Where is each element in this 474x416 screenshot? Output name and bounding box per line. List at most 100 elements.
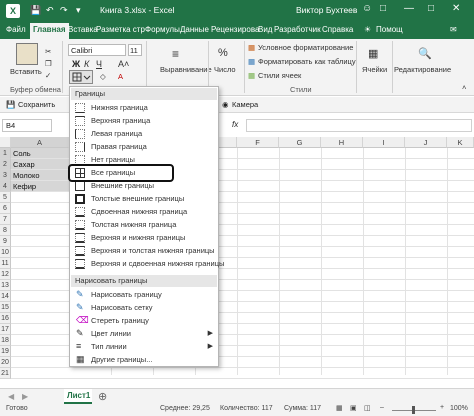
collapse-ribbon-icon[interactable]: ˄ [462,83,466,92]
tab-help[interactable]: Справка [322,25,353,34]
zoom-in-icon[interactable]: + [440,404,444,411]
paste-button[interactable]: Вставить [10,67,42,76]
maximize-icon[interactable]: □ [428,3,434,14]
formula-input[interactable] [246,119,472,132]
row-header[interactable]: 2 [0,159,11,170]
row-header[interactable]: 7 [0,214,11,225]
row-header[interactable]: 4 [0,181,11,192]
column-header[interactable]: J [405,137,447,148]
column-header[interactable]: F [237,137,279,148]
row-header[interactable]: 5 [0,192,11,203]
align-icon[interactable]: ≡ [172,47,179,61]
tab-data[interactable]: Данные [180,25,209,34]
row-header[interactable]: 20 [0,357,11,368]
paste-icon[interactable] [16,43,38,65]
redo-icon[interactable]: ↷ [60,5,68,16]
row-header[interactable]: 15 [0,302,11,313]
menu-item-draw[interactable]: ✎ Нарисовать границу [71,289,217,301]
row-header[interactable]: 17 [0,324,11,335]
menu-item-border[interactable]: Верхняя граница [71,115,217,127]
menu-item-draw[interactable]: ≡ Тип линии ▶ [71,341,217,353]
select-all-corner[interactable] [0,137,11,148]
menu-item-border[interactable]: Верхняя и толстая нижняя границы [71,245,217,257]
camera-button[interactable]: Камера [232,100,258,109]
row-header[interactable]: 19 [0,346,11,357]
editing-button[interactable]: Редактирование [394,65,451,74]
ribbon-display-icon[interactable]: □ [380,3,386,14]
row-header[interactable]: 14 [0,291,11,302]
undo-icon[interactable]: ↶ [46,5,54,16]
column-header[interactable]: A [11,137,69,148]
menu-item-border[interactable]: Толстая нижняя граница [71,219,217,231]
column-header[interactable]: H [321,137,363,148]
add-sheet-icon[interactable]: ⊕ [98,390,107,403]
sheet-tab[interactable]: Лист1 [64,389,92,404]
menu-item-border[interactable]: Толстые внешние границы [71,193,217,205]
search-icon[interactable]: 🔍 [418,47,432,60]
bold-button[interactable]: Ж [72,59,80,69]
menu-item-border[interactable]: Правая граница [71,141,217,153]
font-color-icon[interactable]: A [118,72,123,81]
menu-item-border[interactable]: Верхняя и нижняя границы [71,232,217,244]
row-header[interactable]: 18 [0,335,11,346]
menu-item-border[interactable]: Сдвоенная нижняя граница [71,206,217,218]
row-header[interactable]: 12 [0,269,11,280]
close-icon[interactable]: ✕ [452,3,460,14]
format-painter-icon[interactable]: ✓ [45,71,51,80]
italic-button[interactable]: К [84,59,89,69]
view-page-break-icon[interactable]: ◫ [364,404,371,412]
alignment-button[interactable]: Выравнивание [160,65,212,74]
row-header[interactable]: 11 [0,258,11,269]
zoom-out-icon[interactable]: – [380,404,384,411]
font-name-select[interactable]: Calibri [68,44,126,56]
cells-icon[interactable]: ▦ [368,47,378,60]
menu-item-border[interactable]: Нижняя граница [71,102,217,114]
row-header[interactable]: 13 [0,280,11,291]
borders-dropdown-button[interactable] [69,70,93,84]
row-header[interactable]: 21 [0,368,11,379]
share-icon[interactable]: ✉ [450,25,457,34]
tab-tell-me[interactable]: Помощ [376,25,403,34]
tab-formulas[interactable]: Формулы [145,25,180,34]
format-as-table-button[interactable]: Форматировать как таблицу [258,57,356,66]
tab-file[interactable]: Файл [6,25,26,34]
row-header[interactable]: 1 [0,148,11,159]
menu-item-border[interactable]: Левая граница [71,128,217,140]
underline-button[interactable]: Ч [96,59,102,69]
prev-sheet-icon[interactable]: ◀ [8,392,14,401]
fill-color-icon[interactable]: ◇ [100,72,106,81]
menu-item-draw[interactable]: ⌫ Стереть границу [71,315,217,327]
cut-icon[interactable]: ✂ [45,47,51,56]
fx-button[interactable]: fx [232,120,238,129]
tab-review[interactable]: Рецензирова [211,25,259,34]
minimize-icon[interactable]: — [404,3,414,14]
menu-item-draw[interactable]: ▦ Другие границы... [71,354,217,366]
column-header[interactable]: I [363,137,405,148]
save-button[interactable]: Сохранить [18,100,55,109]
column-header[interactable]: K [447,137,474,148]
number-button[interactable]: Число [214,65,236,74]
account-icon[interactable]: ☺ [362,3,372,14]
cells-button[interactable]: Ячейки [362,65,387,74]
view-page-layout-icon[interactable]: ▣ [350,404,357,412]
user-name[interactable]: Виктор Бухтеев [296,5,357,15]
customize-icon[interactable]: ▾ [76,5,81,16]
row-header[interactable]: 3 [0,170,11,181]
menu-item-draw[interactable]: ✎ Нарисовать сетку [71,302,217,314]
copy-icon[interactable]: ❐ [45,59,52,68]
column-header[interactable]: G [279,137,321,148]
increase-font-icon[interactable]: A˄ [118,59,129,69]
menu-item-draw[interactable]: ✎ Цвет линии ▶ [71,328,217,340]
view-normal-icon[interactable]: ▦ [336,404,343,412]
percent-icon[interactable]: % [218,47,228,59]
tab-page-layout[interactable]: Разметка стр [96,25,145,34]
cell-styles-button[interactable]: Стили ячеек [258,71,301,80]
tab-home[interactable]: Главная [30,23,69,39]
next-sheet-icon[interactable]: ▶ [22,392,28,401]
zoom-level[interactable]: 100% [450,405,468,412]
zoom-slider-thumb[interactable] [412,406,415,414]
tab-view[interactable]: Вид [258,25,272,34]
row-header[interactable]: 16 [0,313,11,324]
font-size-select[interactable]: 11 [128,44,142,56]
name-box[interactable]: B4 [2,119,52,132]
